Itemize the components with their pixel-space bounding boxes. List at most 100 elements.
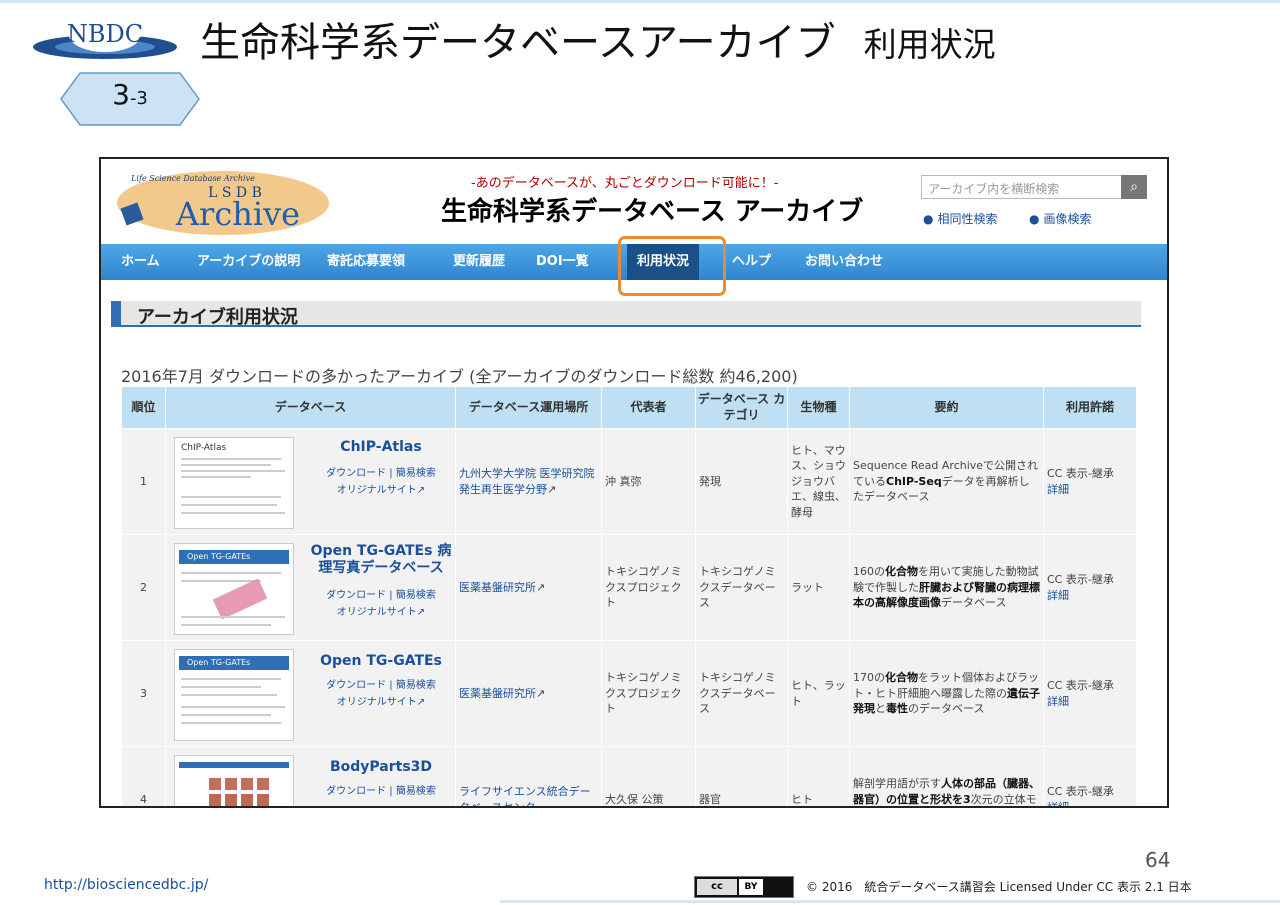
original-site-link[interactable]: オリジナルサイト — [337, 697, 417, 708]
slide-title: 生命科学系データベースアーカイブ 利用状況 — [200, 10, 996, 68]
download-link[interactable]: ダウンロード — [326, 590, 386, 601]
site-header: Life Science Database Archive L S D B Ar… — [101, 159, 1167, 244]
original-site-link[interactable]: オリジナルサイト — [337, 607, 417, 618]
search-icon[interactable]: ⌕ — [1121, 175, 1147, 199]
header-representative: 代表者 — [601, 386, 696, 429]
license-cell: CC 表示-継承 詳細 — [1043, 534, 1137, 641]
header-category: データベース カテゴリ — [695, 386, 788, 429]
homology-search-link[interactable]: ● 相同性検索 — [923, 210, 998, 227]
badge-sub: -3 — [129, 88, 148, 109]
database-name-link[interactable]: BodyParts3D — [306, 759, 456, 776]
category-cell: 器官 — [695, 746, 788, 806]
external-link-icon: ↗ — [416, 607, 426, 618]
database-links: ダウンロード | 簡易検索 オリジナルサイト↗ — [326, 680, 436, 708]
simple-search-link[interactable]: 簡易検索 — [396, 786, 436, 797]
details-link[interactable]: 詳細 — [1047, 589, 1069, 602]
details-link[interactable]: 詳細 — [1047, 801, 1069, 807]
cc-license-badge[interactable]: cc BY — [694, 876, 794, 898]
rank-cell: 2 — [121, 534, 166, 641]
representative-cell: トキシコゲノミクスプロジェクト — [601, 534, 696, 641]
species-cell: ヒト、マウス、ショウジョウバエ、線虫、酵母 — [787, 428, 850, 535]
database-cell: ChIP-Atlas ChIP-Atlas ダウンロード | 簡易検索 オリジナ… — [165, 428, 456, 535]
download-link[interactable]: ダウンロード — [326, 468, 386, 479]
slide-title-sub: 利用状況 — [863, 25, 996, 64]
license-text: CC 表示-継承 — [1047, 467, 1114, 481]
header-summary: 要約 — [849, 386, 1044, 429]
species-cell: ラット — [787, 534, 850, 641]
nav-deposit-guide[interactable]: 寄託応募要領 — [327, 244, 405, 280]
section-header: アーカイブ利用状況 — [111, 301, 1141, 328]
representative-cell: 大久保 公策 — [601, 746, 696, 806]
database-cell: BodyParts3D ダウンロード | 簡易検索 — [165, 746, 456, 806]
rank-cell: 1 — [121, 428, 166, 535]
lsdb-archive-logo[interactable]: Life Science Database Archive L S D B Ar… — [113, 167, 333, 239]
table-header-row: 順位 データベース データベース運用場所 代表者 データベース カテゴリ 生物種… — [121, 386, 1137, 429]
license-text: CC 表示-継承 — [1047, 573, 1114, 587]
nav-doi-list[interactable]: DOI一覧 — [536, 244, 589, 280]
license-text: CC 表示-継承 — [1047, 785, 1114, 799]
database-name-link[interactable]: ChIP-Atlas — [306, 439, 456, 456]
image-search-link[interactable]: ● 画像検索 — [1029, 210, 1092, 227]
table-row: 1 ChIP-Atlas ChIP-Atlas ダウンロード | 簡易検索 オリ… — [121, 428, 1137, 535]
location-link[interactable]: 医薬基盤研究所 — [459, 687, 536, 700]
rank-cell: 4 — [121, 746, 166, 806]
slide-title-main: 生命科学系データベースアーカイブ — [200, 20, 836, 66]
location-cell: 九州大学大学院 医学研究院 発生再生医学分野↗ — [455, 428, 602, 535]
download-link[interactable]: ダウンロード — [326, 680, 386, 691]
species-cell: ヒト — [787, 746, 850, 806]
database-cell: Open TG-GATEs Open TG-GATEs 病理写真データベース ダ… — [165, 534, 456, 641]
section-bar — [111, 301, 121, 327]
location-cell: 医薬基盤研究所↗ — [455, 640, 602, 747]
database-cell: Open TG-GATEs Open TG-GATEs ダウンロード | 簡易検… — [165, 640, 456, 747]
nbdc-logo: NBDC — [33, 18, 177, 59]
bullet-icon: ● — [923, 212, 934, 226]
database-thumbnail[interactable]: ChIP-Atlas — [174, 437, 294, 529]
simple-search-link[interactable]: 簡易検索 — [396, 590, 436, 601]
nav-contact[interactable]: お問い合わせ — [805, 244, 883, 280]
svg-text:Life Science Database Archive: Life Science Database Archive — [130, 174, 255, 183]
nav-archive-about[interactable]: アーカイブの説明 — [197, 244, 300, 280]
header-rank: 順位 — [121, 386, 166, 429]
details-link[interactable]: 詳細 — [1047, 483, 1069, 496]
database-name-link[interactable]: Open TG-GATEs 病理写真データベース — [306, 543, 456, 577]
nav-home[interactable]: ホーム — [121, 244, 160, 280]
license-cell: CC 表示-継承 詳細 — [1043, 640, 1137, 747]
svg-text:Archive: Archive — [175, 195, 300, 233]
header-database: データベース — [165, 386, 456, 429]
site-tagline: -あのデータベースが、丸ごとダウンロード可能に！- — [471, 176, 779, 191]
database-name-link[interactable]: Open TG-GATEs — [306, 653, 456, 670]
original-site-link[interactable]: オリジナルサイト — [337, 485, 417, 496]
details-link[interactable]: 詳細 — [1047, 695, 1069, 708]
nav-help[interactable]: ヘルプ — [732, 244, 771, 280]
footer-url-link[interactable]: http://biosciencedbc.jp/ — [44, 877, 208, 893]
external-link-icon: ↗ — [536, 580, 546, 594]
database-thumbnail[interactable]: Open TG-GATEs — [174, 543, 294, 635]
simple-search-link[interactable]: 簡易検索 — [396, 680, 436, 691]
location-link[interactable]: 医薬基盤研究所 — [459, 581, 536, 594]
footer-line — [500, 900, 1280, 903]
summary-cell: 160の化合物を用いて実施した動物試験で作製した肝臓および腎臓の病理標本の高解像… — [849, 534, 1044, 641]
cc-icon: cc — [697, 879, 737, 895]
external-link-icon: ↗ — [416, 485, 426, 496]
slide-top-line — [0, 0, 1280, 3]
location-link[interactable]: ライフサイエンス統合データベースセンター — [459, 785, 591, 806]
database-thumbnail[interactable] — [174, 755, 294, 806]
nav-update-history[interactable]: 更新履歴 — [453, 244, 505, 280]
representative-cell: トキシコゲノミクスプロジェクト — [601, 640, 696, 747]
archive-search-input[interactable]: アーカイブ内を横断検索 — [921, 175, 1141, 199]
database-links: ダウンロード | 簡易検索 — [326, 786, 436, 797]
bullet-icon: ● — [1029, 212, 1040, 226]
summary-cell: 解剖学用語が示す人体の部品（臓器、器官）の位置と形状を3次元の立体モデルで表現 — [849, 746, 1044, 806]
database-thumbnail[interactable]: Open TG-GATEs — [174, 649, 294, 741]
site-title: 生命科学系データベース アーカイブ — [441, 197, 864, 227]
website-screenshot: Life Science Database Archive L S D B Ar… — [99, 157, 1169, 808]
simple-search-link[interactable]: 簡易検索 — [396, 468, 436, 479]
external-link-icon: ↗ — [547, 482, 557, 496]
ranking-caption: 2016年7月 ダウンロードの多かったアーカイブ (全アーカイブのダウンロード総… — [121, 367, 798, 386]
location-cell: 医薬基盤研究所↗ — [455, 534, 602, 641]
download-link[interactable]: ダウンロード — [326, 786, 386, 797]
location-cell: ライフサイエンス統合データベースセンター — [455, 746, 602, 806]
copyright-text: © 2016 統合データベース講習会 Licensed Under CC 表示 … — [806, 880, 1192, 894]
location-link[interactable]: 九州大学大学院 医学研究院 発生再生医学分野 — [459, 467, 595, 495]
page-number: 64 — [1145, 848, 1171, 872]
